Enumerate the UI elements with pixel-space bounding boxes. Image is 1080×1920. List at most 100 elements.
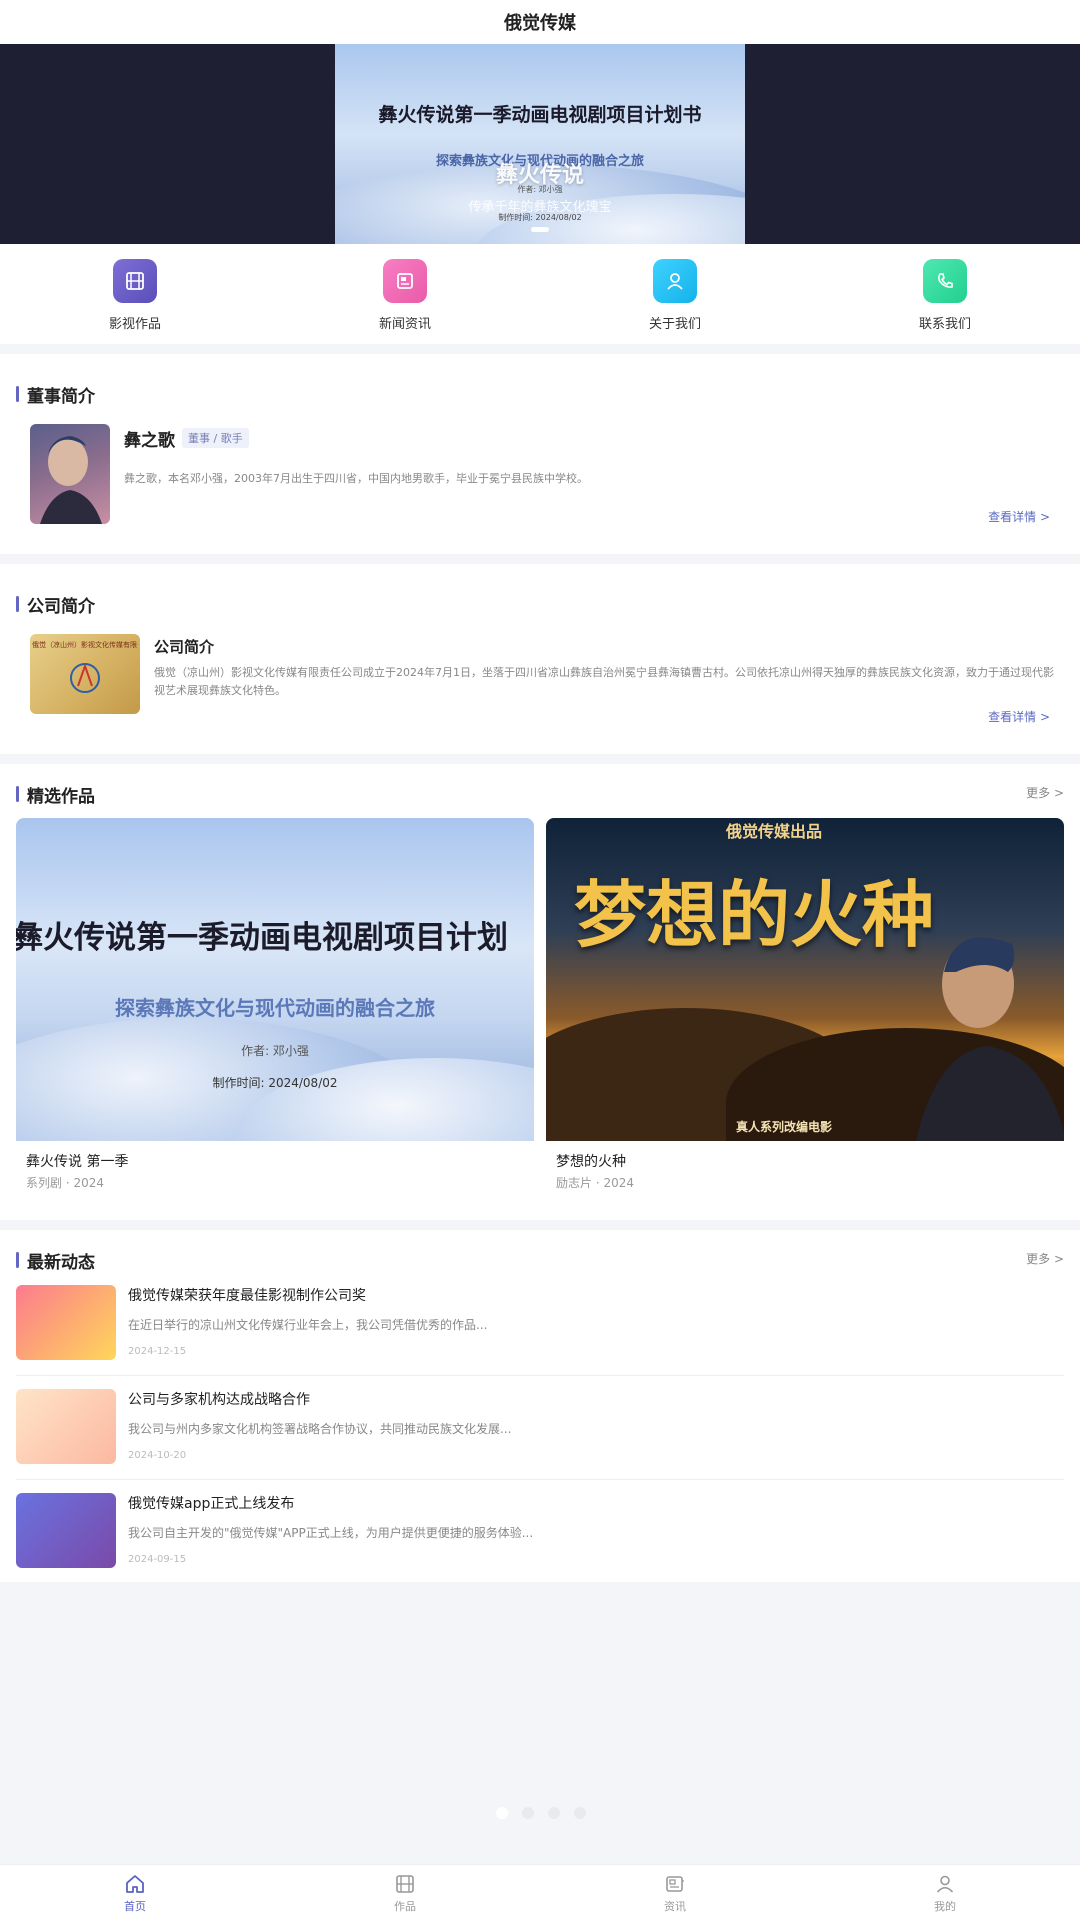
tab-label: 作品 [394, 1900, 416, 1913]
work-poster: 彝火传说第一季动画电视剧项目计划 探索彝族文化与现代动画的融合之旅 作者: 邓小… [16, 818, 534, 1141]
company-logo[interactable]: 俄觉（凉山州）影视文化传媒有限公司 [30, 634, 140, 714]
banner-author: 作者: 邓小强 [517, 185, 563, 194]
home-icon [126, 1875, 144, 1893]
quicknav-item-contact[interactable]: 联系我们 [810, 244, 1080, 344]
section-accent-bar [16, 596, 19, 612]
company-logo-text: 俄觉（凉山州）影视文化传媒有限公司 [32, 641, 138, 649]
section-title: 最新动态 [27, 1252, 95, 1273]
tab-label: 我的 [934, 1900, 956, 1913]
chairman-name: 彝之歌 [124, 431, 175, 451]
works-more-link[interactable]: 更多 > [1026, 784, 1064, 801]
quicknav-label: 联系我们 [918, 317, 971, 332]
news-title: 俄觉传媒app正式上线发布 [128, 1496, 295, 1512]
poster-subtitle: 探索彝族文化与现代动画的融合之旅 [115, 996, 435, 1020]
section-header: 精选作品 [16, 766, 95, 822]
poster-title: 梦想的火种 [574, 872, 935, 957]
chairman-role-badge: 董事 / 歌手 [182, 428, 249, 448]
page-indicator-dot[interactable] [522, 1807, 534, 1819]
chairman-avatar[interactable] [30, 424, 110, 524]
page-indicator-dot[interactable] [548, 1807, 560, 1819]
film-icon [113, 259, 157, 303]
page-indicator-dot[interactable] [574, 1807, 586, 1819]
tab-works[interactable]: 作品 [270, 1865, 540, 1920]
poster-date: 制作时间: 2024/08/02 [212, 1076, 338, 1090]
news-item[interactable]: 公司与多家机构达成战略合作 我公司与州内多家文化机构签署战略合作协议，共同推动民… [16, 1389, 1064, 1493]
section-title: 精选作品 [27, 786, 95, 807]
work-poster: 俄觉传媒出品 梦想的火种 真人系列改编电影 [546, 818, 1064, 1141]
bottom-tab-bar: 首页 作品 资讯 我的 [0, 1864, 1080, 1920]
news-date: 2024-10-20 [128, 1450, 187, 1461]
tab-label: 首页 [124, 1900, 146, 1913]
work-title: 彝火传说 第一季 [26, 1154, 129, 1170]
tab-news[interactable]: 资讯 [540, 1865, 810, 1920]
work-meta: 励志片 · 2024 [556, 1176, 634, 1190]
news-description: 我公司自主开发的"俄觉传媒"APP正式上线，为用户提供更便捷的服务体验... [128, 1526, 534, 1540]
works-section: 精选作品 更多 > 彝火传说第一季动画电视剧项目计划 探索彝族文化与现代动画的融… [0, 764, 1080, 1220]
poster-title: 彝火传说第一季动画电视剧项目计划 [16, 920, 508, 956]
section-header: 最新动态 [16, 1232, 95, 1288]
news-item[interactable]: 俄觉传媒app正式上线发布 我公司自主开发的"俄觉传媒"APP正式上线，为用户提… [16, 1493, 1064, 1597]
work-card[interactable]: 彝火传说第一季动画电视剧项目计划 探索彝族文化与现代动画的融合之旅 作者: 邓小… [16, 818, 534, 1193]
section-accent-bar [16, 386, 19, 402]
news-description: 在近日举行的凉山州文化传媒行业年会上，我公司凭借优秀的作品... [128, 1318, 488, 1332]
quicknav-item-films[interactable]: 影视作品 [0, 244, 270, 344]
tab-label: 资讯 [664, 1900, 686, 1913]
work-card[interactable]: 俄觉传媒出品 梦想的火种 真人系列改编电影 梦想的火种 励志片 · 2024 [546, 818, 1064, 1193]
company-name: 公司简介 [154, 638, 215, 656]
company-description: 俄觉（凉山州）影视文化传媒有限责任公司成立于2024年7月1日，坐落于四川省凉山… [154, 666, 1054, 697]
film-icon [396, 1875, 414, 1893]
poster-bottom-text: 真人系列改编电影 [736, 1120, 833, 1134]
quicknav-item-news[interactable]: 新闻资讯 [270, 244, 540, 344]
company-detail-link[interactable]: 查看详情 > [988, 708, 1050, 725]
section-accent-bar [16, 1252, 19, 1268]
banner-carousel[interactable]: 彝火传说第一季动画电视剧项目计划书 探索彝族文化与现代动画的融合之旅 彝火传说 … [0, 44, 1080, 244]
banner-date: 制作时间: 2024/08/02 [498, 213, 582, 222]
news-description: 我公司与州内多家文化机构签署战略合作协议，共同推动民族文化发展... [128, 1422, 512, 1436]
user-icon [936, 1875, 954, 1893]
page-indicator-dot[interactable] [496, 1807, 508, 1819]
chairman-detail-link[interactable]: 查看详情 > [988, 508, 1050, 525]
quicknav-item-about[interactable]: 关于我们 [540, 244, 810, 344]
quicknav-label: 影视作品 [108, 317, 161, 332]
page-title: 俄觉传媒 [504, 13, 576, 34]
tab-profile[interactable]: 我的 [810, 1865, 1080, 1920]
news-thumbnail [16, 1285, 116, 1360]
news-date: 2024-12-15 [128, 1346, 187, 1357]
news-icon [383, 259, 427, 303]
section-title: 公司简介 [27, 596, 95, 617]
news-more-link[interactable]: 更多 > [1026, 1250, 1064, 1267]
quicknav-label: 关于我们 [648, 317, 701, 332]
work-meta: 系列剧 · 2024 [26, 1176, 104, 1190]
divider [16, 1375, 1064, 1376]
news-section: 最新动态 更多 > 俄觉传媒荣获年度最佳影视制作公司奖 在近日举行的凉山州文化传… [0, 1230, 1080, 1582]
news-title: 俄觉传媒荣获年度最佳影视制作公司奖 [128, 1288, 366, 1304]
section-title: 董事简介 [27, 386, 95, 407]
page-indicator [496, 1807, 586, 1819]
news-thumbnail [16, 1389, 116, 1464]
poster-top-text: 俄觉传媒出品 [726, 822, 823, 841]
divider [16, 1479, 1064, 1480]
chairman-section: 董事简介 彝之歌 董事 / 歌手 彝之歌，本名邓小强，2003年7月出生于四川省… [0, 354, 1080, 554]
poster-author: 作者: 邓小强 [241, 1044, 309, 1058]
banner-slide-title: 彝火传说第一季动画电视剧项目计划书 [378, 104, 702, 126]
poster-person [916, 914, 1064, 1141]
news-thumbnail [16, 1493, 116, 1568]
banner-indicator-dot[interactable] [531, 227, 549, 232]
chairman-bio: 彝之歌，本名邓小强，2003年7月出生于四川省，中国内地男歌手，毕业于冕宁县民族… [124, 472, 588, 485]
phone-icon [923, 259, 967, 303]
work-title: 梦想的火种 [556, 1154, 626, 1170]
tab-home[interactable]: 首页 [0, 1865, 270, 1920]
section-accent-bar [16, 786, 19, 802]
quicknav-label: 新闻资讯 [378, 317, 431, 332]
news-title: 公司与多家机构达成战略合作 [128, 1392, 310, 1408]
section-header: 公司简介 [16, 576, 95, 632]
user-icon [653, 259, 697, 303]
banner-slide[interactable]: 彝火传说第一季动画电视剧项目计划书 探索彝族文化与现代动画的融合之旅 彝火传说 … [335, 44, 745, 244]
section-header: 董事简介 [16, 366, 95, 422]
app-header: 俄觉传媒 [0, 0, 1080, 44]
news-date: 2024-09-15 [128, 1554, 187, 1565]
company-section: 公司简介 俄觉（凉山州）影视文化传媒有限公司 公司简介 俄觉（凉山州）影视文化传… [0, 564, 1080, 754]
news-item[interactable]: 俄觉传媒荣获年度最佳影视制作公司奖 在近日举行的凉山州文化传媒行业年会上，我公司… [16, 1285, 1064, 1389]
quick-nav: 影视作品 新闻资讯 关于我们 联系我们 [0, 244, 1080, 344]
news-icon [666, 1876, 684, 1892]
